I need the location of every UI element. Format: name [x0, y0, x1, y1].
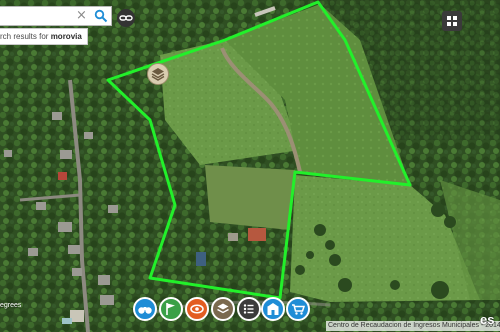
bottom-toolbar [131, 297, 311, 325]
layers-icon [217, 303, 229, 314]
grid-icon[interactable] [442, 11, 462, 31]
search-box: × [0, 6, 112, 26]
cart-tool[interactable] [286, 297, 310, 321]
binoculars-tool[interactable] [133, 297, 157, 321]
search-results-banner: rch results for morovia [0, 28, 88, 45]
layers-tool[interactable] [211, 297, 235, 321]
layers-icon[interactable] [147, 63, 169, 85]
close-icon[interactable]: × [76, 9, 88, 23]
list-icon [243, 304, 254, 314]
results-prefix: rch results for [0, 32, 51, 41]
buildings-tool[interactable] [261, 297, 285, 321]
esri-logo[interactable]: es [480, 312, 494, 327]
link-icon[interactable] [117, 9, 135, 27]
attribution-text: Centro de Recaudacion de Ingresos Munici… [326, 321, 500, 331]
eye-icon [190, 304, 204, 314]
buildings-icon [267, 303, 279, 315]
satellite-map[interactable] [0, 0, 500, 332]
search-icon[interactable] [94, 9, 108, 23]
eye-tool[interactable] [185, 297, 209, 321]
binoculars-icon [138, 307, 152, 314]
list-tool[interactable] [237, 297, 261, 321]
flag-icon [166, 303, 175, 315]
search-input[interactable] [0, 7, 72, 25]
cart-icon [292, 304, 306, 315]
results-term: morovia [50, 32, 82, 41]
flag-tool[interactable] [159, 297, 183, 321]
scale-label: egrees [0, 302, 22, 309]
